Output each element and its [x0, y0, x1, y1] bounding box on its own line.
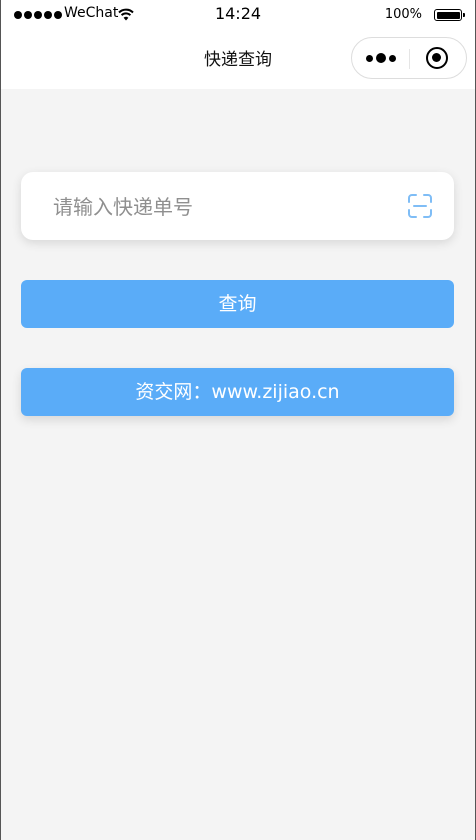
- battery-icon: [434, 9, 465, 21]
- target-circle-icon[interactable]: [426, 47, 448, 69]
- phone-frame: WeChat 14:24 100% 快递查询 请输入快递单号 查询 资交网：ww…: [0, 0, 476, 840]
- tracking-number-input[interactable]: [51, 190, 395, 224]
- navigation-bar: 快递查询: [1, 30, 475, 89]
- mini-program-capsule: [351, 37, 467, 79]
- capsule-divider: [409, 49, 410, 69]
- tracking-input-card: [21, 172, 454, 240]
- scan-icon[interactable]: [407, 193, 433, 219]
- website-link-button[interactable]: 资交网：www.zijiao.cn: [21, 368, 454, 416]
- query-button[interactable]: 查询: [21, 280, 454, 328]
- battery-percentage: 100%: [384, 7, 422, 22]
- status-bar: WeChat 14:24 100%: [1, 0, 475, 30]
- more-dots-icon[interactable]: [366, 53, 396, 63]
